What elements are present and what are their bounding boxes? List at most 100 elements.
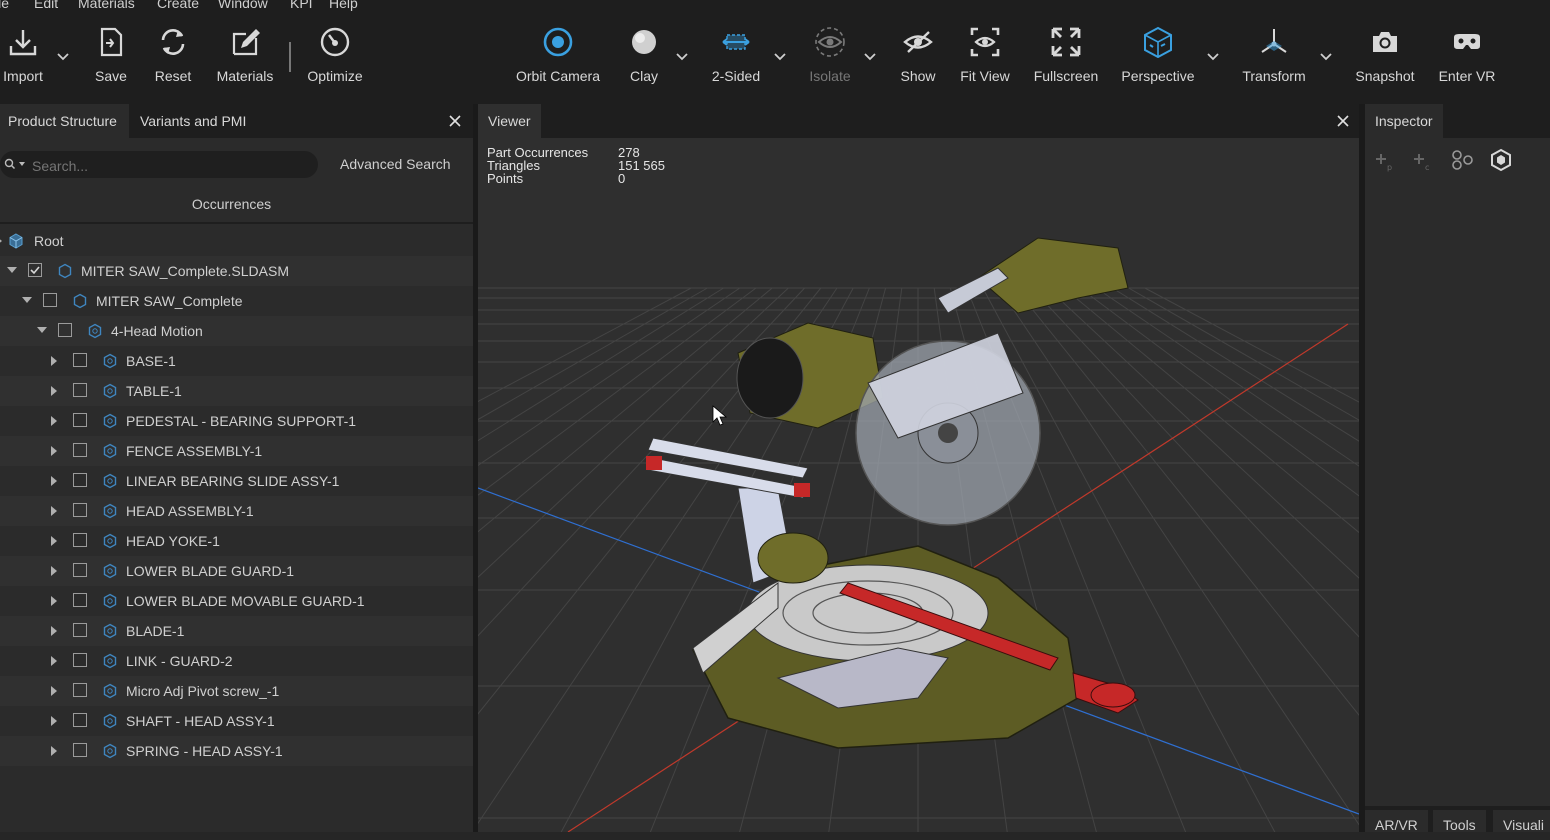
expand-arrow-icon[interactable] — [51, 356, 57, 366]
materials-button[interactable]: Materials — [195, 12, 295, 104]
tab-inspector[interactable]: Inspector — [1365, 104, 1443, 138]
visibility-checkbox[interactable] — [73, 683, 87, 697]
tree-row[interactable]: MITER SAW_Complete.SLDASM — [0, 256, 473, 286]
visibility-checkbox[interactable] — [73, 563, 87, 577]
add-property-icon[interactable]: p — [1373, 148, 1397, 172]
visibility-checkbox[interactable] — [73, 413, 87, 427]
visibility-checkbox[interactable] — [43, 293, 57, 307]
visibility-checkbox[interactable] — [73, 743, 87, 757]
tree-row[interactable]: SHAFT - HEAD ASSY-1 — [0, 706, 473, 736]
menu-item-edit[interactable]: Edit — [34, 0, 58, 11]
tree-row[interactable]: TABLE-1 — [0, 376, 473, 406]
tree-row[interactable]: LOWER BLADE GUARD-1 — [0, 556, 473, 586]
tree-row[interactable]: SPRING - HEAD ASSY-1 — [0, 736, 473, 766]
tree-row[interactable]: Micro Adj Pivot screw_-1 — [0, 676, 473, 706]
visibility-checkbox[interactable] — [73, 713, 87, 727]
tab-product-structure[interactable]: Product Structure — [0, 104, 129, 138]
tree-row[interactable]: BASE-1 — [0, 346, 473, 376]
visibility-checkbox[interactable] — [73, 503, 87, 517]
tab-tools[interactable]: Tools — [1433, 810, 1486, 833]
expand-arrow-icon[interactable] — [51, 416, 57, 426]
tree-row[interactable]: PEDESTAL - BEARING SUPPORT-1 — [0, 406, 473, 436]
chevron-down-icon[interactable] — [774, 50, 786, 62]
expand-arrow-icon[interactable] — [51, 536, 57, 546]
visibility-checkbox[interactable] — [73, 623, 87, 637]
expand-arrow-icon[interactable] — [51, 746, 57, 756]
visibility-checkbox[interactable] — [73, 533, 87, 547]
visibility-checkbox[interactable] — [58, 323, 72, 337]
tree-row[interactable]: HEAD ASSEMBLY-1 — [0, 496, 473, 526]
expand-arrow-icon[interactable] — [51, 596, 57, 606]
stat-label: Points — [487, 171, 524, 186]
collapse-arrow-icon[interactable] — [7, 267, 17, 273]
visibility-checkbox[interactable] — [73, 473, 87, 487]
chevron-down-icon[interactable] — [57, 50, 69, 62]
tree-row[interactable]: MITER SAW_Complete — [0, 286, 473, 316]
expand-arrow-icon[interactable] — [51, 476, 57, 486]
menu-item-create[interactable]: Create — [157, 0, 199, 11]
expand-arrow-icon[interactable] — [0, 236, 2, 246]
expand-arrow-icon[interactable] — [51, 446, 57, 456]
expand-arrow-icon[interactable] — [51, 566, 57, 576]
menu-item-ile[interactable]: ile — [0, 0, 9, 11]
2-sided-button[interactable]: 2-Sided — [686, 12, 786, 104]
orbit-camera-button[interactable]: Orbit Camera — [508, 12, 608, 104]
menu-item-kpi[interactable]: KPI — [290, 0, 313, 11]
isolate-icon — [814, 12, 846, 62]
enter-vr-button[interactable]: Enter VR — [1417, 12, 1517, 104]
visibility-checkbox[interactable] — [73, 593, 87, 607]
menu-item-materials[interactable]: Materials — [78, 0, 135, 11]
expand-arrow-icon[interactable] — [51, 626, 57, 636]
molecule-icon[interactable] — [1451, 148, 1475, 172]
tree-row-label: MITER SAW_Complete.SLDASM — [81, 263, 289, 279]
expand-arrow-icon[interactable] — [51, 506, 57, 516]
tree-row[interactable]: FENCE ASSEMBLY-1 — [0, 436, 473, 466]
collapse-arrow-icon[interactable] — [22, 297, 32, 303]
collapse-arrow-icon[interactable] — [37, 327, 47, 333]
search-box[interactable] — [0, 151, 318, 178]
visibility-checkbox[interactable] — [73, 443, 87, 457]
tree-row-label: TABLE-1 — [126, 383, 182, 399]
fullscreen-button[interactable]: Fullscreen — [1016, 12, 1116, 104]
tree-row[interactable]: LOWER BLADE MOVABLE GUARD-1 — [0, 586, 473, 616]
chevron-down-icon[interactable] — [1207, 50, 1219, 62]
tab-ar-vr[interactable]: AR/VR — [1365, 810, 1428, 833]
close-icon[interactable] — [448, 114, 462, 128]
advanced-search-link[interactable]: Advanced Search — [340, 156, 451, 172]
expand-arrow-icon[interactable] — [51, 656, 57, 666]
tree-row[interactable]: LINK - GUARD-2 — [0, 646, 473, 676]
tree-row[interactable]: HEAD YOKE-1 — [0, 526, 473, 556]
part-icon — [103, 563, 117, 579]
reset-icon — [157, 12, 189, 62]
tab-variants-and-pmi[interactable]: Variants and PMI — [132, 104, 254, 138]
search-input[interactable] — [30, 155, 304, 176]
part-icon — [103, 383, 117, 399]
tab-visualization[interactable]: Visuali — [1493, 810, 1550, 833]
visibility-checkbox[interactable] — [73, 653, 87, 667]
chevron-down-icon[interactable] — [1320, 50, 1332, 62]
3d-viewport[interactable] — [478, 138, 1359, 832]
visibility-checkbox[interactable] — [73, 383, 87, 397]
expand-arrow-icon[interactable] — [51, 716, 57, 726]
perspective-button[interactable]: Perspective — [1108, 12, 1208, 104]
menu-item-help[interactable]: Help — [329, 0, 358, 11]
tab-viewer[interactable]: Viewer — [478, 104, 541, 138]
close-icon[interactable] — [1336, 114, 1350, 128]
tree-row[interactable]: BLADE-1 — [0, 616, 473, 646]
tree-row[interactable]: Root — [0, 226, 473, 256]
hexagon-icon[interactable] — [1489, 148, 1513, 172]
transform-button[interactable]: Transform — [1224, 12, 1324, 104]
expand-arrow-icon[interactable] — [51, 686, 57, 696]
tree-row-label: BLADE-1 — [126, 623, 185, 639]
visibility-checkbox[interactable] — [73, 353, 87, 367]
tree-row-label: Micro Adj Pivot screw_-1 — [126, 683, 280, 699]
chevron-down-icon[interactable] — [864, 50, 876, 62]
tree-row[interactable]: 4-Head Motion — [0, 316, 473, 346]
tree-row[interactable]: LINEAR BEARING SLIDE ASSY-1 — [0, 466, 473, 496]
menu-item-window[interactable]: Window — [218, 0, 268, 11]
visibility-checkbox[interactable] — [28, 263, 42, 277]
add-component-icon[interactable]: c — [1411, 148, 1435, 172]
optimize-button[interactable]: Optimize — [285, 12, 385, 104]
expand-arrow-icon[interactable] — [51, 386, 57, 396]
chevron-down-icon[interactable] — [676, 50, 688, 62]
